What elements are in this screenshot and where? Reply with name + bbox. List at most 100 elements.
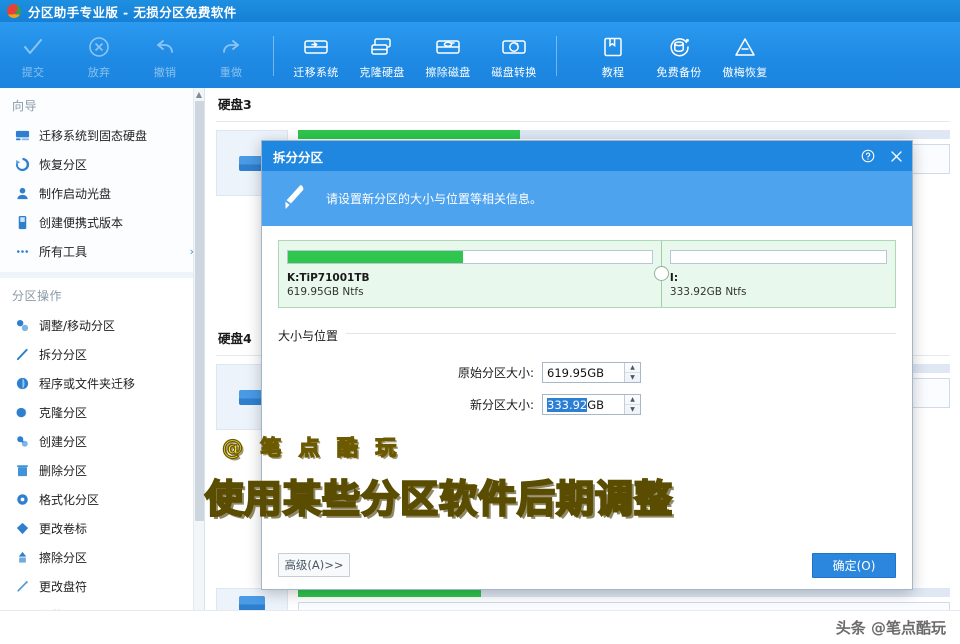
disk3-title: 硬盘3 (218, 97, 252, 112)
toolbar-button-tutorial[interactable]: 教程 (580, 28, 646, 86)
sidebar-item-all-tools[interactable]: 所有工具 › (0, 237, 204, 266)
toolbar-button-recovery[interactable]: 傲梅恢复 (712, 28, 778, 86)
sidebar-label-restore-partition: 恢复分区 (39, 158, 88, 172)
original-size-spin-up[interactable]: ▲ (625, 363, 640, 372)
toolbar-button-discard[interactable]: 放弃 (66, 28, 132, 86)
section-title: 大小与位置 (278, 327, 347, 344)
new-size-spin-up[interactable]: ▲ (625, 395, 640, 404)
migrate-system-icon (303, 34, 329, 60)
new-size-spin-buttons[interactable]: ▲ ▼ (624, 395, 640, 414)
format-partition-icon (14, 492, 30, 508)
sidebar-item-migrate-ssd[interactable]: 迁移系统到固态硬盘 (0, 121, 204, 150)
toolbar-button-migrate-system[interactable]: 迁移系统 (283, 28, 349, 86)
boot-cd-icon (14, 186, 30, 202)
resize-partition-icon (14, 318, 30, 334)
toolbar-label-wipe-disk: 擦除磁盘 (425, 66, 471, 79)
hard-disk-icon (239, 596, 265, 611)
original-size-unit: GB (587, 365, 605, 380)
new-size-unit: GB (587, 397, 605, 412)
section-divider (278, 333, 896, 334)
sidebar-item-app-mover[interactable]: 程序或文件夹迁移 (0, 369, 204, 398)
migrate-ssd-icon (14, 128, 30, 144)
backup-icon (667, 34, 691, 60)
sidebar-item-restore-partition[interactable]: 恢复分区 (0, 150, 204, 179)
advanced-button[interactable]: 高级(A)>> (278, 553, 350, 577)
dialog-title-bar: 拆分分区 (262, 141, 912, 171)
toolbar-button-commit[interactable]: 提交 (0, 28, 66, 86)
toolbar-button-undo[interactable]: 撤销 (132, 28, 198, 86)
sidebar-item-resize-partition[interactable]: 调整/移动分区 (0, 311, 204, 340)
new-size-input[interactable]: 333.92 GB (543, 395, 624, 414)
sidebar-item-portable[interactable]: 创建便携式版本 (0, 208, 204, 237)
partition-segment-new[interactable]: I: 333.92GB Ntfs (660, 241, 895, 307)
sidebar-item-change-letter[interactable]: 更改盘符 (0, 572, 204, 601)
toolbar-separator-1 (273, 36, 274, 76)
sidebar-item-format-partition[interactable]: 格式化分区 (0, 485, 204, 514)
original-size-input[interactable]: 619.95 GB (543, 363, 624, 382)
sidebar-label-format-partition: 格式化分区 (39, 493, 100, 507)
sidebar-item-split-partition[interactable]: 拆分分区 (0, 340, 204, 369)
new-size-spin-down[interactable]: ▼ (625, 404, 640, 414)
sidebar-group-wizard: 向导 迁移系统到固态硬盘 恢复分区 制作启动光盘 创建便携式版本 所有工具 › (0, 88, 204, 272)
wipe-disk-icon (435, 34, 461, 60)
portable-icon (14, 215, 30, 231)
toolbar-label-redo: 重做 (219, 66, 243, 79)
dialog-title-buttons (861, 149, 904, 164)
change-letter-icon (14, 579, 30, 595)
partition-name-source: K:TiP71001TB (287, 272, 370, 284)
toolbar-button-convert-disk[interactable]: 磁盘转换 (481, 28, 547, 86)
partition-split-handle[interactable] (653, 266, 669, 281)
sidebar-item-boot-cd[interactable]: 制作启动光盘 (0, 179, 204, 208)
toolbar-label-clone-disk: 克隆硬盘 (359, 66, 405, 79)
convert-disk-icon (501, 34, 527, 60)
toolbar-label-commit: 提交 (21, 66, 45, 79)
sidebar-label-boot-cd: 制作启动光盘 (39, 187, 112, 201)
size-and-position-section: 大小与位置 原始分区大小: 619.95 GB ▲ ▼ 新分区大小: 333.9… (278, 325, 896, 415)
more-tools-icon (14, 244, 30, 260)
original-size-stepper[interactable]: 619.95 GB ▲ ▼ (542, 362, 641, 383)
sidebar-label-split-partition: 拆分分区 (39, 348, 88, 362)
sidebar-label-all-tools: 所有工具 (39, 245, 88, 259)
split-partition-dialog: 拆分分区 请设置新分区的大小与位置等相关信息。 K:TiP71001TB 619… (261, 140, 913, 590)
close-icon[interactable] (889, 149, 904, 164)
sidebar-group-title-wizard: 向导 (12, 99, 38, 113)
sidebar-item-delete-partition[interactable]: 删除分区 (0, 456, 204, 485)
scroll-up-arrow-icon[interactable]: ▲ (194, 88, 204, 100)
partition-segment-source[interactable]: K:TiP71001TB 619.95GB Ntfs (279, 241, 661, 307)
toolbar-button-redo[interactable]: 重做 (198, 28, 264, 86)
sidebar-label-change-label: 更改卷标 (39, 522, 88, 536)
sidebar-group-title-operations: 分区操作 (12, 289, 63, 303)
partition-usage-track-new (669, 250, 887, 264)
scrollbar-thumb[interactable] (195, 101, 204, 521)
original-size-spin-down[interactable]: ▼ (625, 372, 640, 382)
split-wand-icon (278, 181, 310, 217)
field-row-new-size: 新分区大小: 333.92 GB ▲ ▼ (278, 394, 896, 415)
app-window: 分区助手专业版 - 无损分区免费软件 提交 放弃 撤销 重做 迁移系统 克隆硬盘… (0, 0, 960, 644)
sidebar: 向导 迁移系统到固态硬盘 恢复分区 制作启动光盘 创建便携式版本 所有工具 › … (0, 88, 205, 644)
disk3-usage-bar (298, 130, 950, 139)
cancel-circle-icon (87, 34, 111, 60)
sidebar-item-wipe-partition[interactable]: 擦除分区 (0, 543, 204, 572)
toolbar-button-clone-disk[interactable]: 克隆硬盘 (349, 28, 415, 86)
sidebar-label-portable: 创建便携式版本 (39, 216, 124, 230)
help-circle-icon[interactable] (861, 149, 875, 163)
sidebar-scrollbar[interactable]: ▲ (193, 88, 204, 644)
sidebar-item-create-partition[interactable]: 创建分区 (0, 427, 204, 456)
main-toolbar: 提交 放弃 撤销 重做 迁移系统 克隆硬盘 擦除磁盘 磁盘转换 教程 免费备份 … (0, 22, 960, 88)
bottom-strip (0, 610, 960, 644)
sidebar-item-clone-partition[interactable]: 克隆分区 (0, 398, 204, 427)
sidebar-label-clone-partition: 克隆分区 (39, 406, 88, 420)
clone-partition-icon (14, 405, 30, 421)
field-label-original-size: 原始分区大小: (457, 366, 534, 380)
field-label-new-size: 新分区大小: (469, 398, 534, 412)
recovery-icon (732, 34, 758, 60)
original-size-spin-buttons[interactable]: ▲ ▼ (624, 363, 640, 382)
toolbar-button-wipe-disk[interactable]: 擦除磁盘 (415, 28, 481, 86)
sidebar-item-change-label[interactable]: 更改卷标 (0, 514, 204, 543)
check-icon (21, 34, 45, 60)
toolbar-button-free-backup[interactable]: 免费备份 (646, 28, 712, 86)
toolbar-label-recovery: 傲梅恢复 (722, 66, 768, 79)
new-size-stepper[interactable]: 333.92 GB ▲ ▼ (542, 394, 641, 415)
wipe-partition-icon (14, 550, 30, 566)
ok-button[interactable]: 确定(O) (812, 552, 896, 578)
